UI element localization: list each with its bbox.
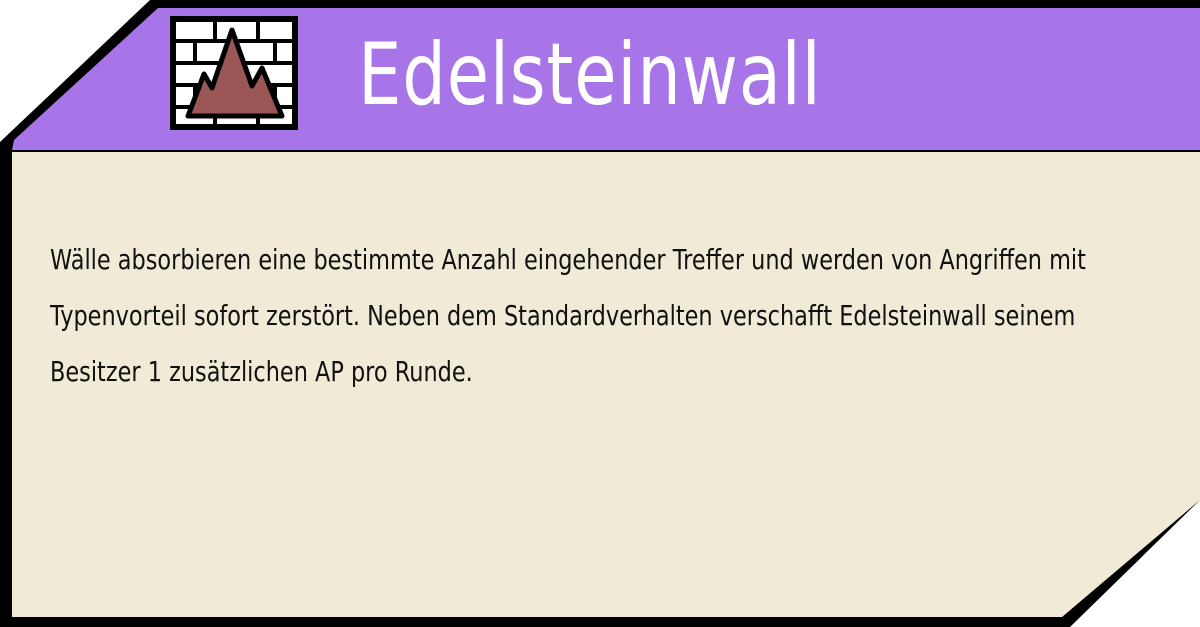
- wall-mountain-icon: [170, 16, 298, 130]
- ability-card: Edelsteinwall Wälle absorbieren eine bes…: [0, 0, 1200, 627]
- card-description: Wälle absorbieren eine bestimmte Anzahl …: [50, 243, 1086, 388]
- card-title: Edelsteinwall: [358, 25, 822, 125]
